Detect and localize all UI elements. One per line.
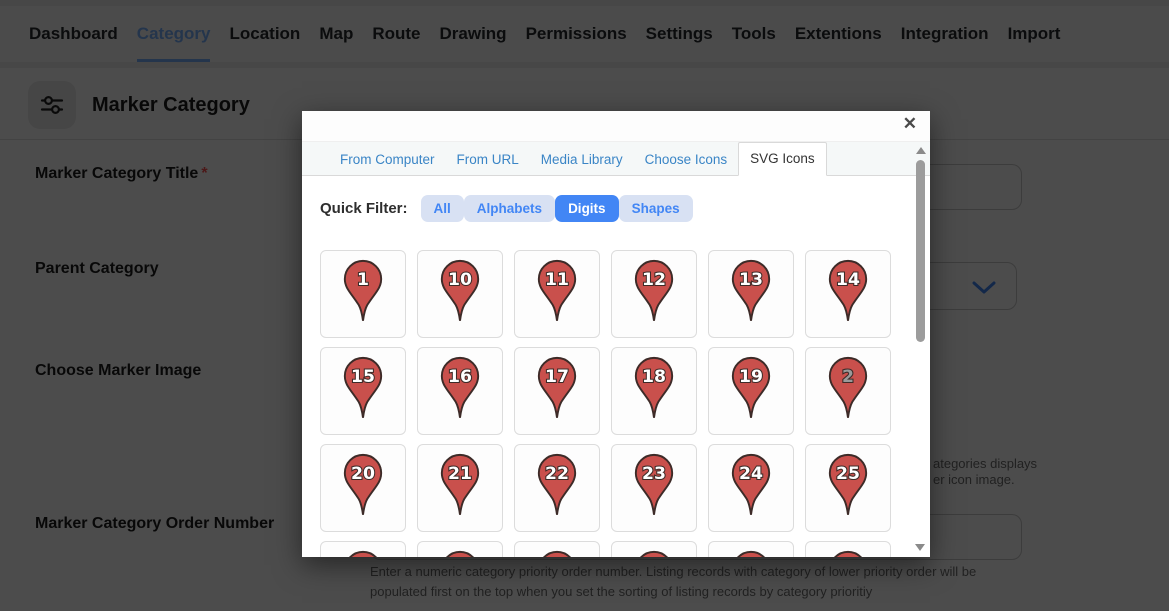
svg-icon-option-20[interactable]: 20: [320, 444, 406, 532]
scrollbar-down-arrow-icon[interactable]: [915, 544, 925, 551]
modal-header: ✕: [302, 111, 930, 141]
scrollbar-up-arrow-icon[interactable]: [915, 147, 926, 154]
svg-text:23: 23: [642, 464, 666, 484]
svg-icon-option[interactable]: [611, 541, 697, 557]
marker-pin-icon: 19: [731, 356, 771, 418]
marker-pin-icon: 20: [343, 453, 383, 515]
svg-icon-option[interactable]: [805, 541, 891, 557]
svg-icon-option[interactable]: [514, 541, 600, 557]
marker-pin-icon: 25: [828, 453, 868, 515]
svg-text:15: 15: [351, 367, 375, 387]
marker-pin-icon: 1: [343, 259, 383, 321]
svg-icon-option-19[interactable]: 19: [708, 347, 794, 435]
svg-text:17: 17: [545, 367, 569, 387]
marker-pin-icon: [640, 550, 668, 557]
marker-pin-icon: 24: [731, 453, 771, 515]
svg-icon-option-22[interactable]: 22: [514, 444, 600, 532]
marker-pin-icon: 10: [440, 259, 480, 321]
svg-icon-option-24[interactable]: 24: [708, 444, 794, 532]
svg-text:1: 1: [357, 270, 369, 290]
svg-text:22: 22: [545, 464, 569, 484]
quick-filter-digits[interactable]: Digits: [555, 195, 619, 222]
marker-pin-icon: 16: [440, 356, 480, 418]
quick-filter-buttons: All Alphabets Digits Shapes: [420, 195, 693, 222]
svg-icon-option-14[interactable]: 14: [805, 250, 891, 338]
svg-icon-option-13[interactable]: 13: [708, 250, 794, 338]
marker-pin-icon: [737, 550, 765, 557]
svg-text:10: 10: [448, 270, 472, 290]
marker-pin-icon: 2: [828, 356, 868, 418]
svg-text:25: 25: [836, 464, 860, 484]
close-icon[interactable]: ✕: [897, 114, 923, 133]
svg-icon-option-11[interactable]: 11: [514, 250, 600, 338]
marker-pin-icon: 13: [731, 259, 771, 321]
scrollbar-thumb[interactable]: [916, 160, 925, 342]
svg-icon-option[interactable]: [320, 541, 406, 557]
svg-icon-option-15[interactable]: 15: [320, 347, 406, 435]
quick-filter-label: Quick Filter:: [320, 200, 408, 217]
svg-icon-option-1[interactable]: 1: [320, 250, 406, 338]
modal-scrollbar[interactable]: [914, 147, 927, 551]
marker-pin-icon: [834, 550, 862, 557]
svg-text:12: 12: [642, 270, 666, 290]
svg-icon-option-21[interactable]: 21: [417, 444, 503, 532]
marker-pin-icon: 14: [828, 259, 868, 321]
svg-icon-option-12[interactable]: 12: [611, 250, 697, 338]
svg-icon-option-18[interactable]: 18: [611, 347, 697, 435]
svg-text:13: 13: [739, 270, 763, 290]
quick-filter-alphabets[interactable]: Alphabets: [463, 195, 556, 222]
svg-icon-option-10[interactable]: 10: [417, 250, 503, 338]
screen: DashboardCategoryLocationMapRouteDrawing…: [0, 0, 1169, 611]
marker-pin-icon: 23: [634, 453, 674, 515]
svg-icon-option-17[interactable]: 17: [514, 347, 600, 435]
svg-icon-option-16[interactable]: 16: [417, 347, 503, 435]
modal-tab-bar: From Computer From URL Media Library Choose…: [302, 141, 930, 176]
modal-tab-choose-icons[interactable]: Choose Icons: [634, 144, 739, 176]
marker-pin-icon: 15: [343, 356, 383, 418]
svg-icon-option[interactable]: [417, 541, 503, 557]
svg-text:2: 2: [842, 367, 854, 387]
svg-text:18: 18: [642, 367, 666, 387]
svg-text:11: 11: [545, 270, 569, 290]
quick-filter-row: Quick Filter: All Alphabets Digits Shapes: [320, 195, 930, 222]
quick-filter-shapes[interactable]: Shapes: [618, 195, 693, 222]
marker-pin-icon: 22: [537, 453, 577, 515]
modal-tab-from-computer[interactable]: From Computer: [329, 144, 446, 176]
marker-pin-icon: 12: [634, 259, 674, 321]
svg-text:16: 16: [448, 367, 472, 387]
media-picker-modal: ✕ From Computer From URL Media Library Choo…: [302, 111, 930, 557]
svg-icon-option[interactable]: [708, 541, 794, 557]
svg-icon-option-23[interactable]: 23: [611, 444, 697, 532]
svg-text:21: 21: [448, 464, 472, 484]
svg-icon-option-2[interactable]: 2: [805, 347, 891, 435]
modal-body: Quick Filter: All Alphabets Digits Shapes 1…: [302, 176, 930, 557]
svg-text:24: 24: [739, 464, 763, 484]
modal-tab-svg-icons[interactable]: SVG Icons: [738, 142, 827, 176]
svg-text:19: 19: [739, 367, 763, 387]
quick-filter-all[interactable]: All: [420, 195, 464, 222]
marker-pin-icon: [446, 550, 474, 557]
svg-icon-grid: 1 10 11 12 13 14 15 16 17 18 19 2 20 21 …: [320, 250, 891, 557]
marker-pin-icon: 21: [440, 453, 480, 515]
marker-pin-icon: [543, 550, 571, 557]
marker-pin-icon: 11: [537, 259, 577, 321]
marker-pin-icon: [349, 550, 377, 557]
svg-text:20: 20: [351, 464, 375, 484]
svg-icon-option-25[interactable]: 25: [805, 444, 891, 532]
svg-text:14: 14: [836, 270, 860, 290]
modal-tab-from-url[interactable]: From URL: [446, 144, 530, 176]
marker-pin-icon: 17: [537, 356, 577, 418]
marker-pin-icon: 18: [634, 356, 674, 418]
modal-tab-media-library[interactable]: Media Library: [530, 144, 634, 176]
